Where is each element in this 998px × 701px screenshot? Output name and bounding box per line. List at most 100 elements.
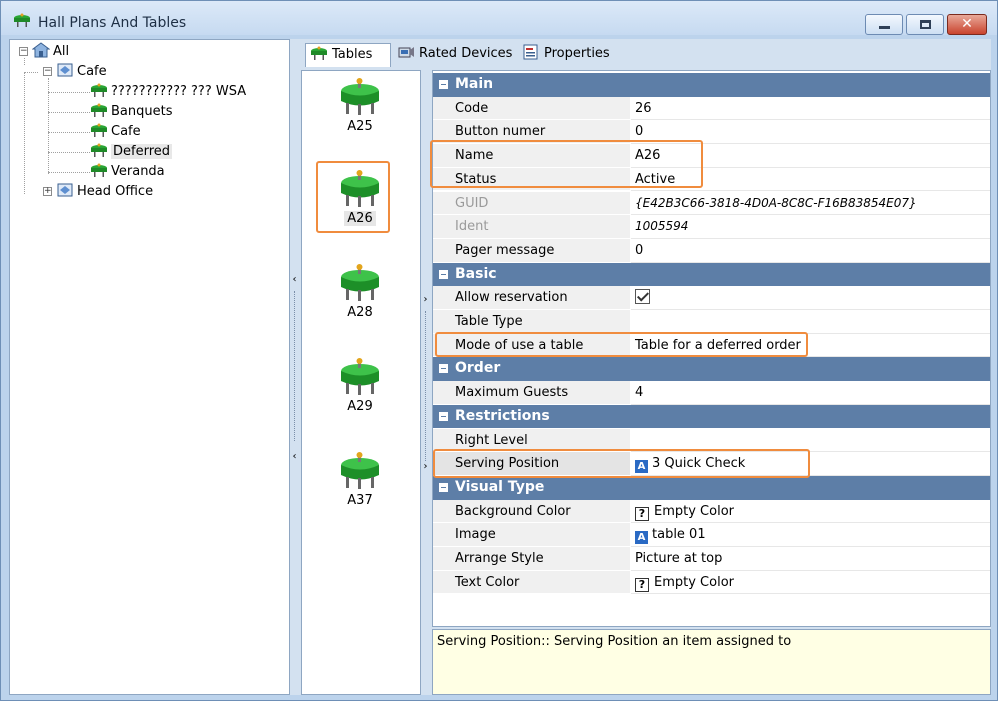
tree-label-cafe: Cafe — [77, 64, 107, 79]
table-item-a37[interactable]: A37 — [312, 451, 408, 523]
prop-row-background-color[interactable]: Background Color? Empty Color — [433, 499, 990, 524]
splitter-collapse-icon[interactable]: ‹ — [291, 450, 298, 464]
tree-node-veranda[interactable]: Veranda — [90, 162, 165, 180]
splitter-grip[interactable] — [425, 311, 427, 461]
tree-node-banquets[interactable]: Banquets — [90, 102, 172, 120]
collapse-icon[interactable] — [439, 364, 448, 374]
prop-value[interactable] — [631, 428, 990, 453]
tree-node-deferred[interactable]: Deferred — [90, 142, 173, 160]
prop-value[interactable] — [631, 310, 990, 334]
tree-label: Veranda — [111, 164, 165, 179]
table-label: A37 — [347, 493, 373, 508]
table-label: A29 — [347, 399, 373, 414]
category-basic[interactable]: Basic — [433, 262, 990, 287]
prop-row-ident[interactable]: Ident 1005594 — [433, 215, 990, 239]
prop-value-text: 3 Quick Check — [652, 456, 746, 472]
prop-row-code[interactable]: Code 26 — [433, 96, 990, 121]
collapse-icon[interactable]: − — [43, 67, 52, 76]
prop-row-mode[interactable]: Mode of use a table Table for a deferred … — [433, 333, 990, 358]
prop-row-name[interactable]: Name A26 — [433, 144, 990, 168]
tree-label-head-office: Head Office — [77, 184, 154, 199]
prop-label: Pager message — [433, 238, 630, 263]
category-order[interactable]: Order — [433, 357, 990, 382]
tree-node-all[interactable]: All — [32, 42, 69, 60]
prop-row-serving-position[interactable]: Serving Position A 3 Quick Check — [433, 452, 990, 476]
table-icon — [341, 170, 379, 207]
prop-value[interactable]: Picture at top — [631, 547, 990, 571]
prop-row-image[interactable]: Image Atable 01 — [433, 523, 990, 547]
prop-value[interactable] — [631, 286, 990, 310]
prop-value[interactable]: 0 — [631, 238, 990, 263]
prop-label: Serving Position — [433, 452, 630, 476]
prop-row-allow-reservation[interactable]: Allow reservation — [433, 286, 990, 310]
prop-value[interactable]: A26 — [631, 144, 990, 168]
prop-row-guid[interactable]: GUID {E42B3C66-3818-4D0A-8C8C-F16B83854E0… — [433, 191, 990, 216]
category-visual-type[interactable]: Visual Type — [433, 475, 990, 500]
prop-value[interactable]: Atable 01 — [631, 523, 990, 547]
tree-label-all: All — [53, 44, 70, 59]
collapse-icon[interactable] — [439, 411, 448, 421]
tree-node-head-office[interactable]: Head Office — [56, 182, 153, 200]
category-label: Basic — [455, 265, 497, 282]
tab-rated-devices[interactable]: Rated Devices — [393, 43, 516, 67]
tree-node-cafe[interactable]: Cafe — [56, 62, 107, 80]
table-item-a28[interactable]: A28 — [312, 263, 408, 335]
property-description: Serving Position:: Serving Position an i… — [432, 629, 991, 695]
tab-label: Properties — [544, 46, 610, 61]
splitter-expand-icon[interactable]: › — [422, 460, 429, 474]
tab-properties[interactable]: Properties — [518, 43, 614, 67]
table-label: A25 — [347, 119, 373, 134]
prop-value[interactable]: 0 — [631, 120, 990, 145]
prop-row-table-type[interactable]: Table Type — [433, 310, 990, 334]
table-item-a29[interactable]: A29 — [312, 357, 408, 429]
prop-value[interactable]: Active — [631, 167, 990, 192]
collapse-icon[interactable] — [439, 269, 448, 279]
table-item-a25[interactable]: A25 — [312, 77, 408, 149]
tree-line — [48, 172, 90, 173]
category-label: Main — [455, 76, 494, 92]
prop-row-button-number[interactable]: Button numer 0 — [433, 120, 990, 145]
expand-icon[interactable]: + — [43, 187, 52, 196]
prop-value[interactable]: ? Empty Color — [631, 499, 990, 524]
collapse-icon[interactable] — [439, 482, 448, 492]
category-main[interactable]: Main — [433, 73, 990, 97]
minimize-icon — [879, 26, 890, 29]
prop-row-max-guests[interactable]: Maximum Guests 4 — [433, 381, 990, 405]
collapse-icon[interactable]: − — [19, 47, 28, 56]
prop-label: Arrange Style — [433, 547, 630, 571]
splitter-collapse-icon[interactable]: ‹ — [291, 273, 298, 287]
prop-value[interactable]: 26 — [631, 96, 990, 121]
collapse-icon[interactable] — [439, 80, 448, 89]
splitter-expand-icon[interactable]: › — [422, 293, 429, 307]
prop-row-status[interactable]: Status Active — [433, 167, 990, 192]
prop-value[interactable]: Table for a deferred order — [631, 333, 990, 358]
table-icon — [91, 123, 107, 137]
prop-row-text-color[interactable]: Text Color? Empty Color — [433, 570, 990, 595]
prop-row-pager[interactable]: Pager message 0 — [433, 238, 990, 263]
table-item-a26[interactable]: A26 — [312, 169, 408, 241]
prop-value[interactable]: 4 — [631, 381, 990, 405]
category-restrictions[interactable]: Restrictions — [433, 404, 990, 429]
prop-value[interactable]: ? Empty Color — [631, 570, 990, 595]
prop-row-right-level[interactable]: Right Level — [433, 428, 990, 453]
prop-label: Ident — [433, 215, 630, 239]
tab-tables[interactable]: Tables — [305, 43, 391, 67]
maximize-icon — [920, 20, 931, 29]
table-icon — [341, 78, 379, 115]
prop-label: GUID — [433, 191, 630, 216]
tree-node-cafe-hall[interactable]: Cafe — [90, 122, 141, 140]
unknown-color-icon: ? — [635, 577, 649, 592]
splitter-grip[interactable] — [294, 291, 296, 441]
maximize-button[interactable] — [906, 14, 944, 35]
main-window: Hall Plans And Tables ✕ − All − Cafe ???… — [0, 0, 998, 701]
minimize-button[interactable] — [865, 14, 903, 35]
allow-reservation-checkbox[interactable] — [635, 289, 650, 305]
tree-node-wsa[interactable]: ??????????? ??? WSA — [90, 82, 246, 100]
prop-row-arrange-style[interactable]: Arrange Style Picture at top — [433, 547, 990, 571]
close-button[interactable]: ✕ — [947, 14, 987, 35]
prop-value-text: table 01 — [652, 527, 706, 543]
table-icon — [311, 46, 327, 60]
prop-value[interactable]: A 3 Quick Check — [631, 452, 990, 476]
title-bar[interactable]: Hall Plans And Tables ✕ — [1, 1, 997, 35]
property-grid: Main Code 26 Button numer 0 Name A26 Status… — [432, 70, 991, 627]
